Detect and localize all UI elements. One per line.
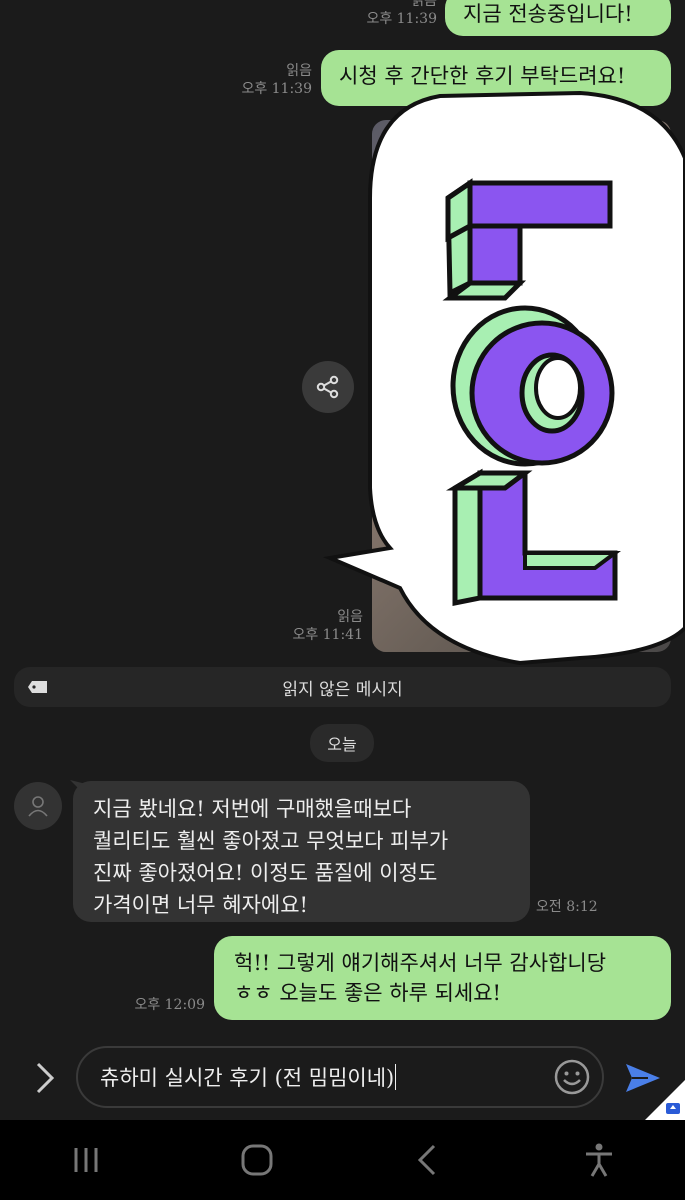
message-meta: 읽음 오후 11:39 <box>330 0 437 28</box>
text-cursor <box>395 1064 397 1090</box>
unread-messages-divider: 읽지 않은 메시지 <box>14 667 671 707</box>
timestamp: 오후 12:09 <box>134 997 205 1013</box>
date-label: 오늘 <box>327 735 357 754</box>
chevron-right-icon <box>36 1062 55 1094</box>
outgoing-message[interactable]: 헉!! 그렇게 얘기해주셔서 너무 감사합니당 ㅎㅎ 오늘도 좋은 하루 되세요… <box>214 936 671 1020</box>
timestamp: 오후 11:39 <box>241 81 312 97</box>
message-line: 지금 봤네요! 저번에 구매했을때보다 <box>93 797 412 821</box>
system-navigation-bar <box>0 1120 685 1200</box>
input-value: 츄하미 실시간 후기 (전 밈밈이네) <box>100 1066 395 1090</box>
message-input[interactable]: 츄하미 실시간 후기 (전 밈밈이네) <box>76 1046 604 1108</box>
read-receipt: 읽음 <box>411 0 437 9</box>
avatar[interactable] <box>14 782 62 830</box>
emoji-icon <box>554 1059 590 1095</box>
emoji-button[interactable] <box>554 1059 590 1095</box>
timestamp: 오전 8:12 <box>536 899 598 915</box>
message-line: 헉!! 그렇게 얘기해주셔서 너무 감사합니당 <box>234 951 607 975</box>
date-divider: 오늘 <box>310 724 374 762</box>
message-text: 시청 후 간단한 후기 부탁드려요! <box>339 64 626 88</box>
lol-sticker[interactable] <box>320 88 685 680</box>
accessibility-icon[interactable] <box>579 1140 619 1180</box>
message-text: 지금 전송중입니다! <box>463 2 633 26</box>
incoming-message[interactable]: 지금 봤네요! 저번에 구매했을때보다 퀄리티도 훨씬 좋아졌고 무엇보다 피부… <box>73 781 530 922</box>
expand-button[interactable] <box>26 1058 62 1098</box>
tag-icon <box>28 681 47 693</box>
timestamp: 오후 11:39 <box>366 11 437 27</box>
read-receipt: 읽음 <box>286 63 312 79</box>
message-meta: 읽음 오후 11:39 <box>200 62 312 98</box>
message-line: 진짜 좋아졌어요! 이정도 품질에 이정도 <box>93 861 438 885</box>
back-icon[interactable] <box>408 1140 448 1180</box>
outgoing-message[interactable]: 지금 전송중입니다! <box>445 0 671 36</box>
person-icon <box>28 796 48 817</box>
secure-folder-corner-icon <box>645 1080 685 1120</box>
message-line: 가격이면 너무 혜자에요! <box>93 893 308 917</box>
message-line: ㅎㅎ 오늘도 좋은 하루 되세요! <box>234 981 501 1005</box>
message-line: 퀄리티도 훨씬 좋아졌고 무엇보다 피부가 <box>93 829 449 853</box>
recent-apps-icon[interactable] <box>66 1140 106 1180</box>
unread-divider-label: 읽지 않은 메시지 <box>282 679 403 700</box>
home-icon[interactable] <box>237 1140 277 1180</box>
